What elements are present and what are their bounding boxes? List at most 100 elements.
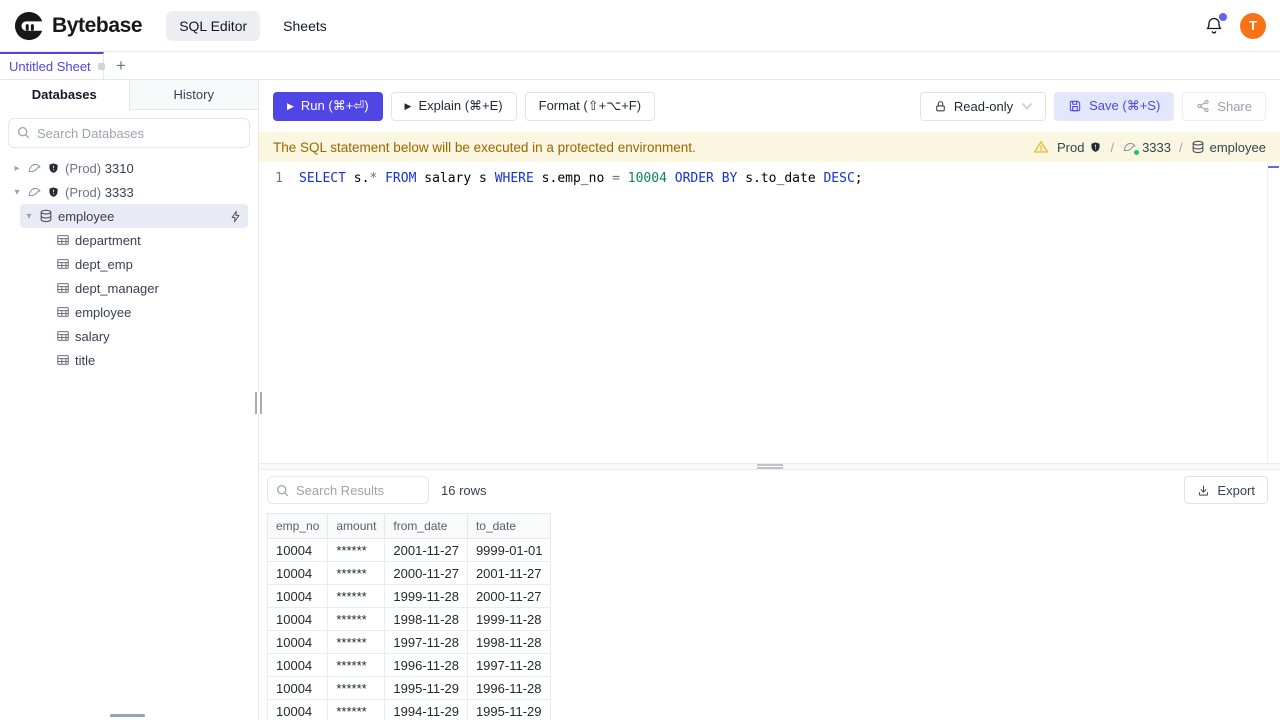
save-button[interactable]: Save (⌘+S) [1054, 91, 1175, 121]
explain-button[interactable]: ▶ Explain (⌘+E) [390, 91, 517, 121]
run-button[interactable]: ▶ Run (⌘+⏎) [273, 91, 383, 121]
overview-ruler[interactable] [1267, 162, 1280, 463]
add-sheet-button[interactable]: + [104, 52, 138, 79]
table-cell[interactable]: 10004 [267, 561, 329, 585]
table-cell[interactable]: 1996-11-28 [466, 676, 552, 700]
sidebar-resize-handle[interactable] [255, 392, 262, 414]
tab-history[interactable]: History [128, 80, 258, 110]
results-toolbar: 16 rows Export [259, 475, 1280, 505]
results-resize-divider[interactable] [259, 463, 1280, 470]
readonly-mode-button[interactable]: Read-only [919, 91, 1047, 121]
database-crumb[interactable]: employee [1191, 140, 1266, 155]
table-cell[interactable]: 2001-11-27 [466, 561, 552, 585]
run-label: Run (⌘+⏎) [300, 98, 369, 113]
table-cell[interactable]: ****** [327, 699, 386, 720]
table-cell[interactable]: 10004 [267, 630, 329, 654]
format-button[interactable]: Format (⇧+⌥+F) [524, 91, 656, 121]
table-cell[interactable]: 9999-01-01 [466, 538, 552, 562]
column-header-from_date[interactable]: from_date [384, 513, 468, 539]
bytebase-logo-icon [14, 11, 44, 40]
column-header-to_date[interactable]: to_date [466, 513, 552, 539]
search-icon [276, 484, 289, 497]
breadcrumb-separator: / [1110, 139, 1115, 155]
top-nav: SQL Editor Sheets [166, 10, 340, 41]
table-cell[interactable]: ****** [327, 561, 386, 585]
instance-crumb[interactable]: 3333 [1122, 140, 1171, 155]
table-cell[interactable]: 2000-11-27 [466, 584, 552, 608]
table-cell[interactable]: ****** [327, 676, 386, 700]
table-cell[interactable]: 1995-11-29 [384, 676, 468, 700]
table-cell[interactable]: ****** [327, 630, 386, 654]
column-header-emp_no[interactable]: emp_no [267, 513, 329, 539]
nav-item-sheets[interactable]: Sheets [270, 11, 340, 41]
save-label: Save (⌘+S) [1089, 98, 1161, 113]
sql-statement: SELECT s.* FROM salary s WHERE s.emp_no … [299, 170, 863, 188]
sql-token: salary s [416, 171, 495, 186]
table-cell[interactable]: 1997-11-28 [384, 630, 468, 654]
table-cell[interactable]: 10004 [267, 538, 329, 562]
table-cell[interactable]: ****** [327, 653, 386, 677]
table-cell[interactable]: 10004 [267, 676, 329, 700]
table-cell[interactable]: 1999-11-28 [384, 584, 468, 608]
table-cell[interactable]: 1995-11-29 [466, 699, 552, 720]
database-name: employee [58, 208, 115, 224]
tree-item-database-employee[interactable]: ▾ employee [20, 204, 248, 228]
search-icon [17, 126, 30, 139]
horizontal-scrollbar-thumb[interactable] [110, 714, 145, 717]
explain-label: Explain (⌘+E) [418, 98, 503, 113]
search-databases-input[interactable] [8, 118, 250, 148]
table-cell[interactable]: ****** [327, 584, 386, 608]
table-cell[interactable]: 10004 [267, 653, 329, 677]
editor-toolbar: ▶ Run (⌘+⏎) ▶ Explain (⌘+E) Format (⇧+⌥+… [259, 80, 1280, 132]
search-results-input[interactable] [267, 476, 429, 504]
instance-label: (Prod) 3310 [65, 161, 134, 176]
table-cell[interactable]: ****** [327, 607, 386, 631]
table-icon [56, 257, 70, 271]
tree-item-table-dept_emp[interactable]: dept_emp [0, 252, 258, 276]
caret-down-icon[interactable]: ▾ [12, 187, 22, 198]
toolbar-right: Read-only Save (⌘+S) Share [919, 91, 1266, 121]
tree-item-table-salary[interactable]: salary [0, 324, 258, 348]
connect-bolt-icon[interactable] [229, 210, 242, 223]
nav-item-sql-editor[interactable]: SQL Editor [166, 10, 261, 41]
table-icon [56, 281, 70, 295]
tree-item-table-title[interactable]: title [0, 348, 258, 372]
table-cell[interactable]: 2000-11-27 [384, 561, 468, 585]
sql-token: WHERE [494, 171, 534, 186]
notifications-button[interactable] [1204, 12, 1227, 36]
sql-editor-app: Bytebase SQL Editor Sheets T Untitled She… [0, 0, 1280, 720]
tree-item-table-department[interactable]: department [0, 228, 258, 252]
sql-token: ORDER BY [674, 171, 738, 186]
caret-down-icon[interactable]: ▾ [24, 211, 34, 222]
column-header-amount[interactable]: amount [327, 513, 386, 539]
table-row: 10004 ****** 1996-11-28 1997-11-28 [267, 653, 552, 677]
row-count: 16 rows [441, 482, 487, 498]
header-row: emp_no amount from_date to_date [267, 513, 552, 539]
table-cell[interactable]: 2001-11-27 [384, 538, 468, 562]
export-button[interactable]: Export [1184, 476, 1268, 504]
environment-crumb[interactable]: Prod [1057, 140, 1102, 155]
tree-item-instance-3333[interactable]: ▾ (Prod) 3333 [0, 180, 258, 204]
tab-untitled-sheet[interactable]: Untitled Sheet [0, 52, 105, 79]
sql-token: ; [854, 171, 863, 186]
tree-item-table-employee[interactable]: employee [0, 300, 258, 324]
table-cell[interactable]: 10004 [267, 607, 329, 631]
sql-editor[interactable]: 1 SELECT s.* FROM salary s WHERE s.emp_n… [259, 162, 1280, 463]
share-button[interactable]: Share [1182, 91, 1266, 121]
caret-right-icon[interactable]: ▸ [12, 163, 22, 174]
table-cell[interactable]: 10004 [267, 584, 329, 608]
table-cell[interactable]: 1998-11-28 [384, 607, 468, 631]
tree-item-table-dept_manager[interactable]: dept_manager [0, 276, 258, 300]
table-name: department [75, 232, 141, 248]
avatar[interactable]: T [1240, 12, 1266, 39]
tree-item-instance-3310[interactable]: ▸ (Prod) 3310 [0, 156, 258, 180]
table-cell[interactable]: 1994-11-29 [384, 699, 468, 720]
tab-databases[interactable]: Databases [0, 80, 129, 110]
table-cell[interactable]: ****** [327, 538, 386, 562]
table-cell[interactable]: 1997-11-28 [466, 653, 552, 677]
environment-tag: (Prod) [65, 160, 102, 176]
table-cell[interactable]: 1996-11-28 [384, 653, 468, 677]
table-cell[interactable]: 1999-11-28 [466, 607, 552, 631]
table-cell[interactable]: 10004 [267, 699, 329, 720]
table-cell[interactable]: 1998-11-28 [466, 630, 552, 654]
